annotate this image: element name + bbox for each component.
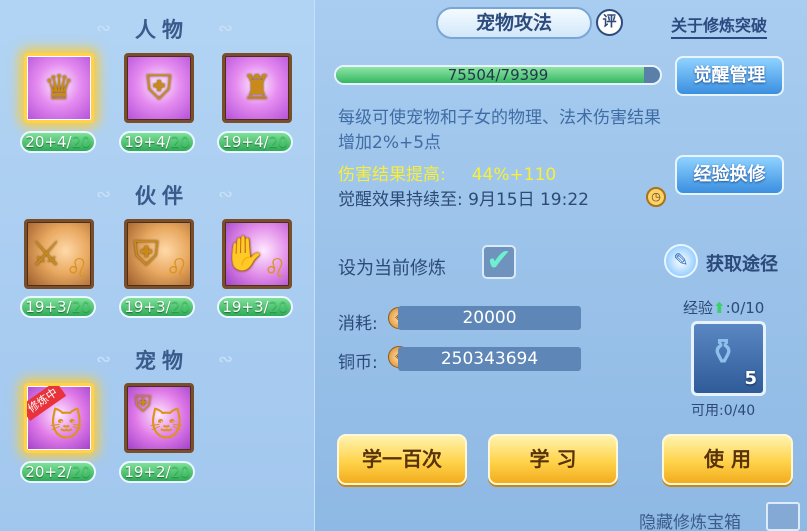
cloud-ornament-icon: ∾ xyxy=(218,18,234,39)
level-text: 19+4/ xyxy=(124,133,171,151)
level-max: 20 xyxy=(170,133,190,151)
vase-icon: ⚱ xyxy=(708,332,739,373)
level-pill: 20+2/20 xyxy=(20,461,96,483)
character-item-1[interactable]: ♛ xyxy=(24,53,94,123)
section-title-character: 人物 xyxy=(135,18,189,42)
expire-value: 9月15日 19:22 xyxy=(468,190,589,210)
effect-label: 伤害结果提高: xyxy=(338,165,446,185)
sword-lion-icon: ♌ xyxy=(65,254,89,284)
section-title-partner: 伙伴 xyxy=(135,184,189,208)
character-item-3[interactable]: ♜ xyxy=(222,53,292,123)
cloud-ornament-icon: ∾ xyxy=(96,184,112,205)
awaken-manage-button[interactable]: 觉醒管理 xyxy=(675,56,784,96)
cost-value: 20000 xyxy=(398,306,581,330)
armor-warrior-icon: ♜ xyxy=(241,68,273,108)
cloud-ornament-icon: ∾ xyxy=(96,349,112,370)
cultivation-target-panel: ∾ 人物 ∾ ♛ 20+4/20 ⛨ 19+4/20 ♜ 19+4/20 ∾ 伙… xyxy=(0,0,315,531)
set-current-checkbox[interactable]: ✔ xyxy=(482,245,516,279)
clock-icon: ◷ xyxy=(646,187,666,207)
skill-description: 每级可使宠物和子女的物理、法术伤害结果增加2%+5点 xyxy=(338,108,661,153)
book-icon[interactable]: ✎ xyxy=(664,244,698,278)
skill-title-tab[interactable]: 宠物攻法 xyxy=(436,7,592,39)
exp-item-slot[interactable]: ⚱ 5 xyxy=(691,321,766,396)
exp-label-text: 经验 xyxy=(683,299,714,317)
review-icon[interactable]: 评 xyxy=(596,9,623,36)
awaken-expire: 觉醒效果持续至: 9月15日 19:22 xyxy=(338,185,589,210)
character-item-2[interactable]: ⛨ xyxy=(124,53,194,123)
partner-item-1[interactable]: ⚔ ♌ xyxy=(24,219,94,289)
exp-counter: 经验⬆:0/10 xyxy=(683,297,764,318)
item-count: 5 xyxy=(744,368,757,389)
partner-item-2[interactable]: ⛨ ♌ xyxy=(124,219,194,289)
level-text: 19+3/ xyxy=(124,298,171,316)
acquire-source-link[interactable]: 获取途径 xyxy=(706,250,778,276)
level-max: 20 xyxy=(71,298,91,316)
hidden-box-checkbox[interactable] xyxy=(766,502,800,531)
level-text: 19+3/ xyxy=(222,298,269,316)
coins-label: 铜币: xyxy=(338,353,378,373)
level-max: 20 xyxy=(71,133,91,151)
cloud-ornament-icon: ∾ xyxy=(218,349,234,370)
section-title-pet: 宠物 xyxy=(135,349,189,373)
level-pill: 19+4/20 xyxy=(217,131,293,153)
cat-attack-icon: 🐱 xyxy=(49,406,83,444)
level-max: 20 xyxy=(170,298,190,316)
set-current-label: 设为当前修炼 xyxy=(338,258,446,279)
level-pill: 19+3/20 xyxy=(20,296,96,318)
learn-button[interactable]: 学 习 xyxy=(488,434,618,485)
level-max: 20 xyxy=(170,463,190,481)
cloud-ornament-icon: ∾ xyxy=(96,18,112,39)
use-button[interactable]: 使 用 xyxy=(662,434,793,485)
shield-icon: ⛨ xyxy=(133,234,159,274)
level-text: 19+3/ xyxy=(25,298,72,316)
learn-hundred-button[interactable]: 学一百次 xyxy=(337,434,467,485)
level-pill: 19+2/20 xyxy=(119,461,195,483)
available-count: 可用:0/40 xyxy=(691,403,756,419)
mage-figure-icon: ♛ xyxy=(43,68,75,108)
hidden-box-label: 隐藏修炼宝箱 xyxy=(639,513,741,531)
level-max: 20 xyxy=(268,298,288,316)
palm-lion-icon: ♌ xyxy=(263,254,287,284)
palm-icon: ✋ xyxy=(223,234,266,274)
damage-effect: 伤害结果提高: 44%+110 xyxy=(338,160,556,185)
coins-value: 250343694 xyxy=(398,347,581,371)
sword-icon: ⚔ xyxy=(30,234,62,274)
level-text: 20+2/ xyxy=(25,463,72,481)
exp-value: :0/10 xyxy=(725,299,765,317)
level-pill: 19+4/20 xyxy=(119,131,195,153)
level-text: 19+4/ xyxy=(222,133,269,151)
level-text: 20+4/ xyxy=(25,133,72,151)
exp-progress-bar: 75504/79399 xyxy=(334,65,662,85)
about-breakthrough-link[interactable]: 关于修炼突破 xyxy=(671,12,768,39)
shield-lion-icon: ♌ xyxy=(165,254,189,284)
cloud-ornament-icon: ∾ xyxy=(218,184,234,205)
partner-item-3[interactable]: ✋ ♌ xyxy=(222,219,292,289)
progress-text: 75504/79399 xyxy=(447,66,549,84)
level-pill: 19+3/20 xyxy=(119,296,195,318)
expire-label: 觉醒效果持续至: xyxy=(338,190,463,210)
pet-item-1[interactable]: 修炼中 🐱 xyxy=(24,383,94,453)
level-max: 20 xyxy=(268,133,288,151)
shield-warrior-icon: ⛨ xyxy=(146,68,172,108)
cost-label: 消耗: xyxy=(338,314,378,334)
pet-item-2[interactable]: ⛨ 🐱 xyxy=(124,383,194,453)
level-pill: 20+4/20 xyxy=(20,131,96,153)
exp-exchange-button[interactable]: 经验换修 xyxy=(675,155,784,195)
level-max: 20 xyxy=(71,463,91,481)
level-pill: 19+3/20 xyxy=(217,296,293,318)
level-text: 19+2/ xyxy=(124,463,171,481)
arrow-up-icon: ⬆ xyxy=(713,299,726,317)
cat-shield-icon: 🐱 xyxy=(149,406,183,444)
effect-value: 44%+110 xyxy=(471,165,557,185)
